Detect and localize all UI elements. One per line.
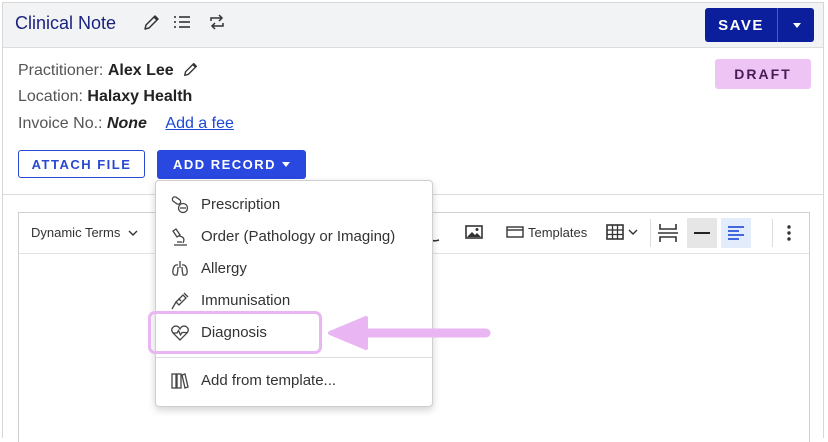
- save-button[interactable]: SAVE: [705, 8, 777, 42]
- edit-practitioner-icon[interactable]: [182, 60, 200, 83]
- menu-item-label: Prescription: [201, 196, 281, 213]
- diagnosis-highlight: [148, 311, 322, 354]
- menu-item-label: Allergy: [201, 260, 247, 277]
- templates-label: Templates: [528, 225, 588, 240]
- syringe-icon: [170, 291, 190, 311]
- pointer-arrow-icon: [328, 316, 491, 350]
- attach-file-button[interactable]: ATTACH FILE: [18, 150, 145, 178]
- menu-item-label: Order (Pathology or Imaging): [201, 228, 396, 245]
- invoice-label: Invoice No.:: [18, 115, 103, 132]
- lungs-icon: [170, 259, 190, 279]
- books-icon: [170, 371, 190, 391]
- horizontal-line-icon[interactable]: [687, 218, 717, 248]
- toolbar-separator: [650, 219, 651, 247]
- repeat-icon[interactable]: [207, 12, 229, 34]
- location-value: Halaxy Health: [87, 88, 193, 105]
- add-record-label: ADD RECORD: [172, 157, 277, 172]
- add-record-button[interactable]: ADD RECORD: [157, 150, 306, 179]
- location-row: Location: Halaxy Health: [18, 88, 192, 106]
- chevron-down-icon: [282, 162, 291, 167]
- practitioner-value: Alex Lee: [107, 62, 174, 79]
- practitioner-label: Practitioner:: [18, 62, 104, 79]
- more-options-icon[interactable]: [783, 222, 795, 249]
- align-left-icon[interactable]: [721, 218, 751, 248]
- invoice-value: None: [106, 115, 147, 132]
- chevron-down-icon: [128, 230, 138, 236]
- menu-item-label: Immunisation: [201, 292, 291, 309]
- pills-icon: [170, 195, 190, 215]
- invoice-row: Invoice No.: None Add a fee: [18, 115, 234, 133]
- pencil-icon[interactable]: [142, 12, 164, 34]
- practitioner-row: Practitioner: Alex Lee: [18, 60, 200, 83]
- template-icon: [506, 226, 524, 238]
- page-title: Clinical Note: [15, 13, 117, 33]
- status-badge: DRAFT: [715, 59, 811, 89]
- microscope-icon: [170, 227, 190, 247]
- location-label: Location:: [18, 88, 83, 105]
- save-options-dropdown[interactable]: [777, 8, 814, 42]
- menu-item-order[interactable]: Order (Pathology or Imaging): [156, 221, 432, 253]
- add-record-menu: Prescription Order (Pathology or Imaging…: [155, 180, 433, 407]
- menu-separator: [156, 357, 432, 358]
- table-icon[interactable]: [605, 222, 639, 247]
- save-button-group: SAVE: [705, 8, 814, 42]
- dynamic-terms-label: Dynamic Terms: [31, 225, 121, 240]
- note-header: Clinical Note SAVE: [3, 3, 823, 48]
- toolbar-separator: [772, 219, 773, 247]
- templates-button[interactable]: Templates: [506, 225, 587, 240]
- add-fee-link[interactable]: Add a fee: [165, 115, 234, 132]
- dynamic-terms-dropdown[interactable]: Dynamic Terms: [31, 225, 138, 240]
- image-icon[interactable]: [464, 222, 484, 247]
- page-break-icon[interactable]: [656, 222, 680, 249]
- menu-item-add-from-template[interactable]: Add from template...: [156, 365, 432, 397]
- list-icon[interactable]: [172, 12, 194, 34]
- menu-item-prescription[interactable]: Prescription: [156, 189, 432, 221]
- menu-item-allergy[interactable]: Allergy: [156, 253, 432, 285]
- menu-item-label: Add from template...: [201, 372, 337, 389]
